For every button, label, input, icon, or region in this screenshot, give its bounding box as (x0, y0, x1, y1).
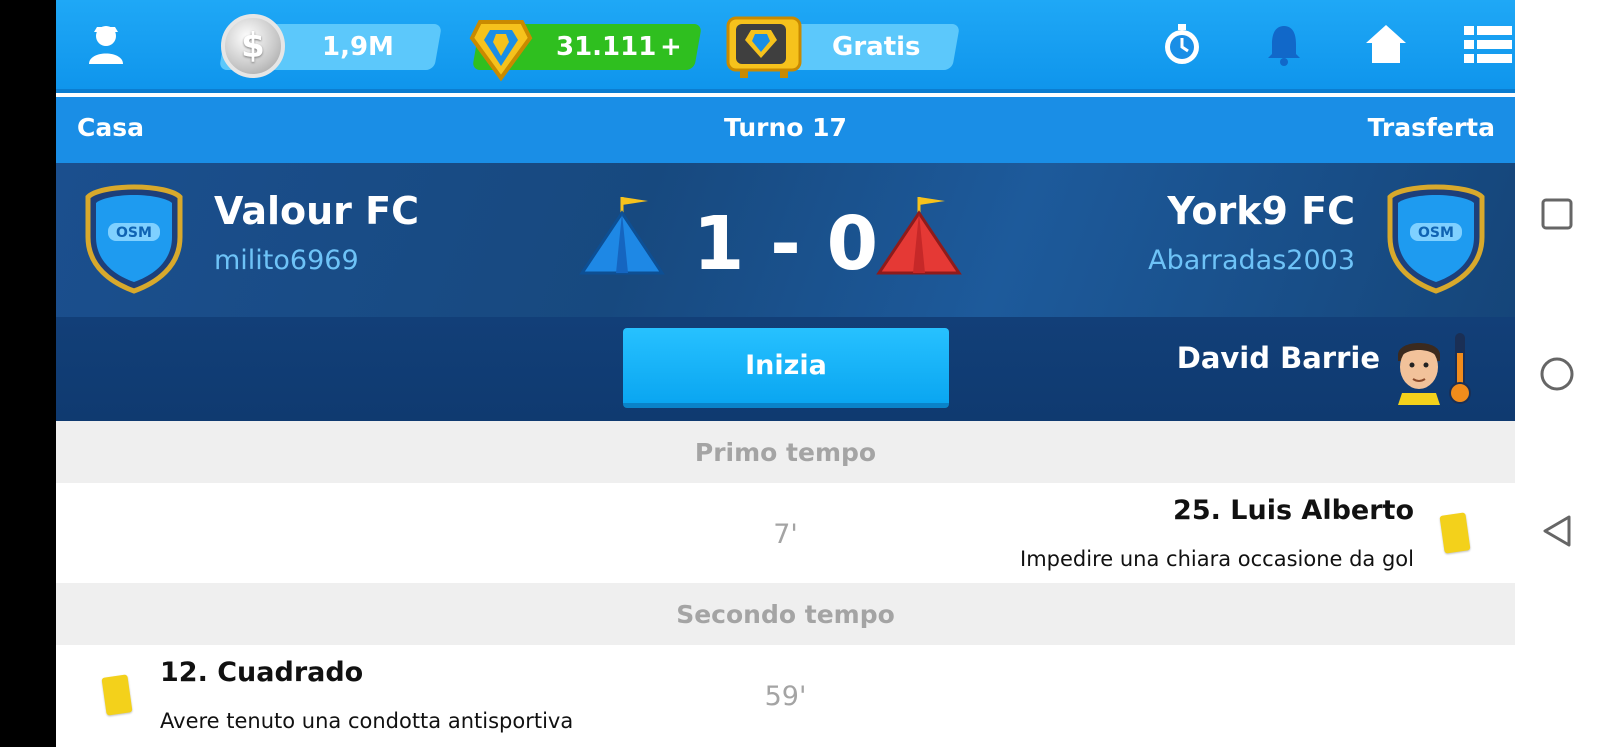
cash-amount: 1,9M (322, 32, 394, 62)
away-tent-icon (876, 197, 962, 275)
yellow-card-icon (101, 674, 133, 716)
yellow-card-icon (1439, 512, 1471, 554)
away-label: Trasferta (1367, 113, 1495, 142)
menu-icon[interactable] (1458, 16, 1515, 72)
event-description: Impedire una chiara occasione da gol (1020, 547, 1414, 571)
tv-icon (726, 16, 802, 78)
system-nav-bar (1515, 0, 1600, 747)
event-player[interactable]: 25. Luis Alberto (1173, 495, 1414, 526)
back-triangle-icon[interactable] (1539, 513, 1575, 549)
bell-icon[interactable] (1254, 16, 1314, 72)
event-row[interactable]: 59' 12. Cuadrado Avere tenuto una condot… (56, 645, 1515, 745)
event-row[interactable]: 7' 25. Luis Alberto Impedire una chiara … (56, 483, 1515, 583)
start-match-button[interactable]: Inizia (623, 328, 949, 408)
referee-avatar[interactable] (1394, 333, 1444, 405)
away-team-name[interactable]: York9 FC (1167, 189, 1355, 233)
away-shield-text: OSM (1418, 225, 1454, 241)
round-header: Casa Turno 17 Trasferta (56, 97, 1515, 163)
add-gold-button[interactable]: + (660, 32, 682, 62)
match-screen: 1,9M $ 31.111 + Gratis Casa Turno 17 Tra… (56, 0, 1515, 747)
home-icon[interactable] (1356, 16, 1416, 72)
recents-square-icon[interactable] (1539, 196, 1575, 232)
away-manager-name[interactable]: Abarradas2003 (1148, 245, 1355, 276)
coin-icon: $ (221, 14, 285, 78)
stopwatch-icon[interactable] (1152, 16, 1212, 72)
event-description: Avere tenuto una condotta antisportiva (160, 709, 574, 733)
gold-badge-icon (469, 20, 533, 82)
event-player[interactable]: 12. Cuadrado (160, 657, 363, 688)
top-bar: 1,9M $ 31.111 + Gratis (56, 0, 1515, 93)
thermometer-icon (1449, 333, 1471, 404)
manager-icon[interactable] (76, 16, 136, 72)
gratis-label: Gratis (831, 32, 921, 62)
home-circle-icon[interactable] (1539, 356, 1575, 392)
referee-name[interactable]: David Barrie (1177, 341, 1380, 375)
match-panel: OSM Valour FC milito6969 1 - 0 York9 FC … (56, 163, 1515, 421)
round-title: Turno 17 (724, 113, 847, 142)
first-half-header: Primo tempo (56, 421, 1515, 483)
second-half-header: Secondo tempo (56, 583, 1515, 645)
away-shield-icon[interactable]: OSM (1384, 183, 1488, 295)
gold-amount: 31.111 (556, 32, 657, 62)
